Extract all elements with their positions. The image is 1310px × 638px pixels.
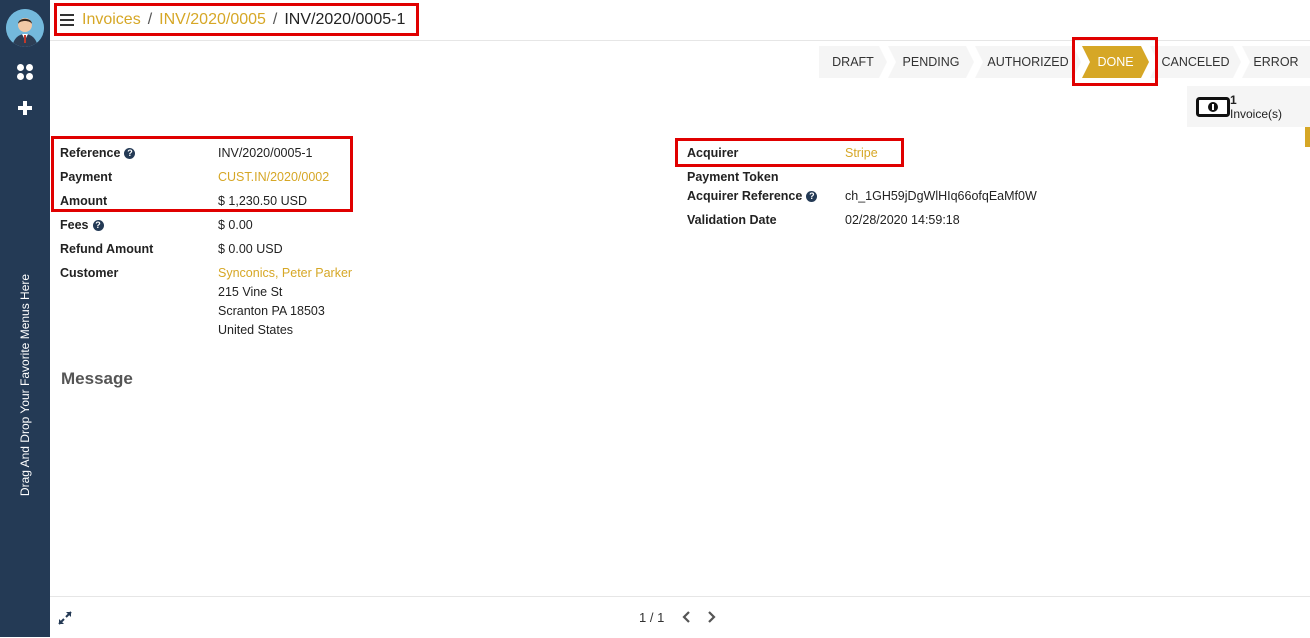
breadcrumb-current: INV/2020/0005-1	[284, 10, 406, 28]
reference-label: Reference?	[60, 146, 136, 160]
customer-country: United States	[218, 323, 294, 337]
invoice-count: 1	[1230, 92, 1237, 107]
acquirer-label: Acquirer	[687, 146, 739, 160]
amount-label: Amount	[60, 194, 108, 208]
footer-bar: 1 / 1	[50, 596, 1310, 638]
refund-amount-label: Refund Amount	[60, 242, 154, 256]
acquirer-reference-label: Acquirer Reference?	[687, 189, 818, 203]
status-stage-error[interactable]: ERROR	[1242, 46, 1310, 78]
customer-label: Customer	[60, 266, 119, 280]
breadcrumb-separator: /	[147, 10, 153, 28]
favorites-drop-hint: Drag And Drop Your Favorite Menus Here	[18, 273, 32, 497]
customer-city: Scranton PA 18503	[218, 304, 325, 318]
help-icon[interactable]: ?	[92, 220, 104, 231]
status-stage-canceled[interactable]: CANCELED	[1150, 46, 1241, 78]
pager-value[interactable]: 1 / 1	[639, 610, 664, 625]
chevron-right-icon[interactable]	[706, 610, 718, 624]
control-panel: Invoices / INV/2020/0005 / INV/2020/0005…	[50, 0, 1310, 41]
payment-link[interactable]: CUST.IN/2020/0002	[218, 170, 329, 184]
help-icon[interactable]: ?	[806, 191, 818, 202]
status-stage-authorized[interactable]: AUTHORIZED	[975, 46, 1081, 78]
breadcrumb-item-invoice[interactable]: INV/2020/0005	[159, 11, 266, 29]
invoices-smart-button[interactable]: 1 Invoice(s)	[1187, 86, 1310, 127]
validation-date-label: Validation Date	[687, 213, 777, 227]
fees-value: $ 0.00	[218, 218, 253, 232]
apps-grid-icon[interactable]	[16, 63, 34, 81]
amount-value: $ 1,230.50 USD	[218, 194, 307, 208]
expand-icon[interactable]	[58, 611, 72, 625]
refund-amount-value: $ 0.00 USD	[218, 242, 283, 256]
sheet-edge-marker	[1305, 127, 1310, 147]
customer-street: 215 Vine St	[218, 285, 283, 299]
status-stage-pending[interactable]: PENDING	[888, 46, 974, 78]
fees-label: Fees?	[60, 218, 104, 232]
add-favorite-icon[interactable]	[17, 100, 33, 116]
validation-date-value: 02/28/2020 14:59:18	[845, 213, 960, 227]
payment-token-label: Payment Token	[687, 170, 779, 184]
user-avatar-icon	[6, 9, 44, 47]
money-icon	[1196, 96, 1230, 117]
reference-value: INV/2020/0005-1	[218, 146, 313, 160]
highlight-box-done	[1072, 37, 1158, 86]
user-avatar[interactable]	[6, 9, 44, 47]
customer-link[interactable]: Synconics, Peter Parker	[218, 266, 352, 280]
acquirer-reference-value: ch_1GH59jDgWlHIq66ofqEaMf0W	[845, 189, 1037, 203]
amount-currency: USD	[280, 194, 307, 208]
acquirer-link[interactable]: Stripe	[845, 146, 878, 160]
message-section-title: Message	[61, 369, 133, 388]
breadcrumb-separator: /	[272, 10, 278, 28]
status-stage-draft[interactable]: DRAFT	[819, 46, 887, 78]
breadcrumb-item-invoices[interactable]: Invoices	[82, 11, 141, 29]
hamburger-menu-icon[interactable]	[60, 13, 74, 26]
invoice-label: Invoice(s)	[1230, 106, 1283, 121]
breadcrumb: Invoices / INV/2020/0005 / INV/2020/0005…	[54, 3, 419, 36]
payment-label: Payment	[60, 170, 113, 184]
chevron-left-icon[interactable]	[680, 610, 692, 624]
sidebar: Drag And Drop Your Favorite Menus Here	[0, 0, 50, 637]
help-icon[interactable]: ?	[124, 148, 136, 159]
refund-currency: USD	[256, 242, 283, 256]
